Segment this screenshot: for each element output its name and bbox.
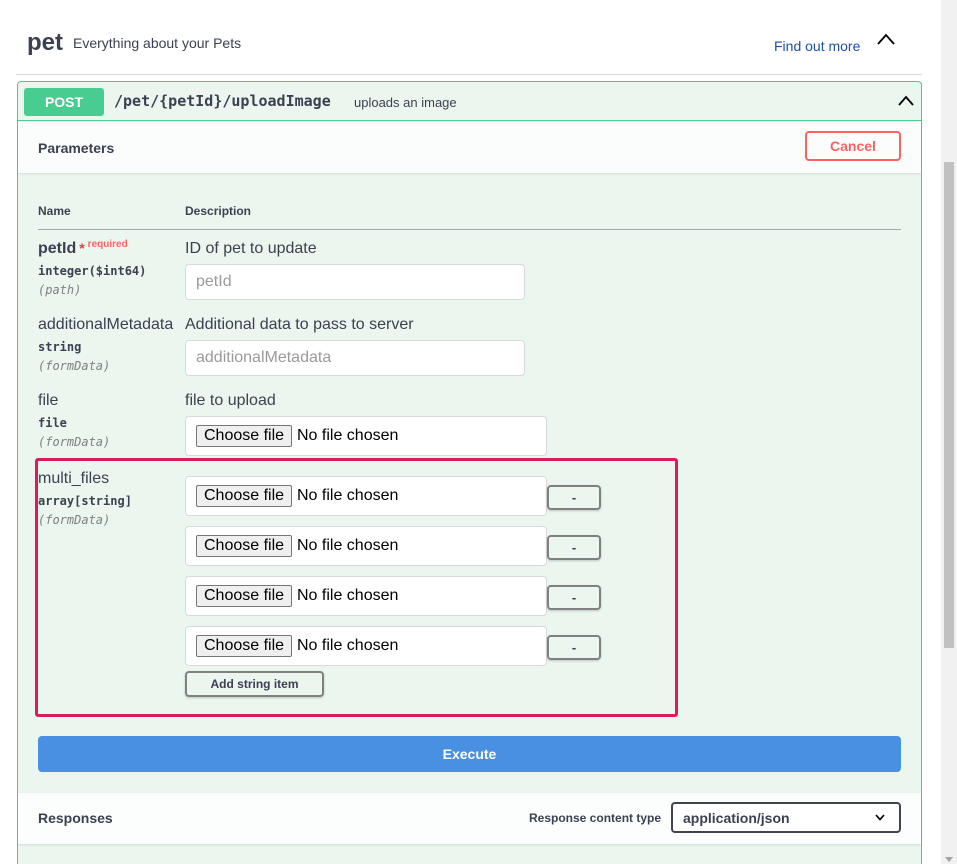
multi-file-input[interactable]: Choose file No file chosen <box>185 476 547 516</box>
add-string-item-button[interactable]: Add string item <box>185 671 324 697</box>
param-location: (formData) <box>38 359 111 373</box>
page-scrollbar[interactable] <box>941 0 957 864</box>
responses-header: Responses Response content type applicat… <box>18 793 921 844</box>
param-type: array[string] <box>38 494 132 508</box>
file-status: No file chosen <box>297 637 399 654</box>
scroll-down-arrow-icon[interactable] <box>945 857 953 862</box>
operation-path: /pet/{petId}/uploadImage <box>114 92 331 110</box>
choose-file-button[interactable]: Choose file <box>196 535 293 557</box>
remove-item-button[interactable]: - <box>547 635 601 660</box>
param-location: (formData) <box>38 513 111 527</box>
param-name-petid: petId * required <box>38 239 128 257</box>
find-out-more-link[interactable]: Find out more <box>774 38 860 54</box>
param-type: file <box>38 416 67 430</box>
required-star: * <box>79 240 85 256</box>
file-status: No file chosen <box>297 537 399 554</box>
chevron-down-icon <box>875 814 885 821</box>
column-header-description: Description <box>185 204 252 218</box>
file-status: No file chosen <box>297 487 399 504</box>
method-badge: POST <box>24 88 104 116</box>
param-description: Additional data to pass to server <box>185 316 414 333</box>
choose-file-button[interactable]: Choose file <box>196 585 293 607</box>
required-label: required <box>87 239 128 250</box>
scrollbar-thumb[interactable] <box>944 162 954 648</box>
param-description: file to upload <box>185 392 276 409</box>
choose-file-button[interactable]: Choose file <box>196 635 293 657</box>
param-location: (formData) <box>38 435 111 449</box>
column-header-name: Name <box>38 204 71 218</box>
tag-name: pet <box>27 29 63 56</box>
tag-section-header[interactable]: pet Everything about your Pets Find out … <box>16 0 922 75</box>
choose-file-button[interactable]: Choose file <box>196 485 293 507</box>
parameters-header: Parameters Cancel <box>18 122 921 173</box>
param-name-additionalmetadata: additionalMetadata <box>38 316 174 333</box>
file-status: No file chosen <box>297 587 399 604</box>
file-status: No file chosen <box>297 427 399 444</box>
parameters-title: Parameters <box>38 140 115 156</box>
multi-file-input[interactable]: Choose file No file chosen <box>185 526 547 566</box>
chevron-up-icon[interactable] <box>876 32 896 46</box>
remove-item-button[interactable]: - <box>547 535 601 560</box>
additional-metadata-input[interactable] <box>185 340 525 376</box>
param-location: (path) <box>38 283 82 297</box>
param-name-file: file <box>38 392 59 409</box>
response-content-type-select[interactable]: application/json <box>671 802 901 833</box>
execute-button[interactable]: Execute <box>38 736 901 772</box>
header-divider <box>38 229 901 230</box>
response-content-type-label: Response content type <box>529 811 662 825</box>
param-description: ID of pet to update <box>185 240 317 257</box>
remove-item-button[interactable]: - <box>547 585 601 610</box>
file-input[interactable]: Choose file No file chosen <box>185 416 547 456</box>
tag-description: Everything about your Pets <box>73 35 242 51</box>
multi-file-input[interactable]: Choose file No file chosen <box>185 626 547 666</box>
cancel-button[interactable]: Cancel <box>805 131 901 161</box>
selected-content-type: application/json <box>683 810 790 826</box>
param-type: string <box>38 340 82 354</box>
operation-block: POST /pet/{petId}/uploadImage uploads an… <box>17 81 922 864</box>
operation-summary-text: uploads an image <box>354 95 457 110</box>
petid-input[interactable] <box>185 264 525 300</box>
chevron-up-icon[interactable] <box>897 95 915 107</box>
param-name-multi-files: multi_files <box>38 470 110 487</box>
param-type: integer($int64) <box>38 264 147 278</box>
choose-file-button[interactable]: Choose file <box>196 425 293 447</box>
remove-item-button[interactable]: - <box>547 485 601 510</box>
multi-file-input[interactable]: Choose file No file chosen <box>185 576 547 616</box>
operation-summary[interactable]: POST /pet/{petId}/uploadImage uploads an… <box>18 82 921 121</box>
responses-title: Responses <box>38 810 113 826</box>
